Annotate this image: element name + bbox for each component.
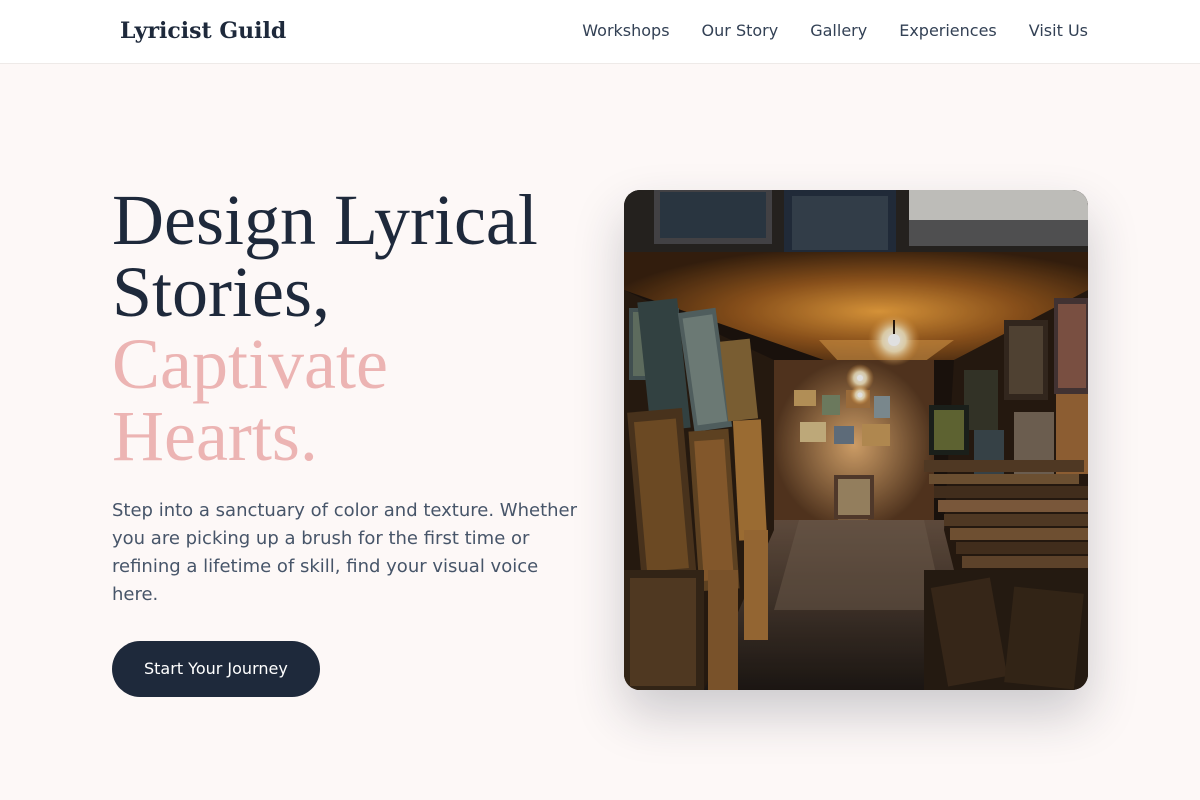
- hero-headline: Design Lyrical Stories, Captivate Hearts…: [112, 184, 582, 472]
- gallery-illustration: [624, 190, 1088, 690]
- top-navbar: Lyricist Guild Workshops Our Story Galle…: [0, 0, 1200, 64]
- headline-accent-line-2: Hearts.: [112, 396, 318, 476]
- main-nav: Workshops Our Story Gallery Experiences …: [582, 21, 1088, 40]
- start-journey-button[interactable]: Start Your Journey: [112, 641, 320, 697]
- hero-section: Design Lyrical Stories, Captivate Hearts…: [112, 184, 582, 697]
- nav-link-experiences[interactable]: Experiences: [899, 21, 997, 40]
- nav-link-gallery[interactable]: Gallery: [810, 21, 867, 40]
- hero-description: Step into a sanctuary of color and textu…: [112, 500, 578, 605]
- headline-line-2: Stories,: [112, 252, 331, 332]
- brand-logo[interactable]: Lyricist Guild: [120, 18, 286, 44]
- headline-accent-line-1: Captivate: [112, 324, 388, 404]
- headline-line-1: Design Lyrical: [112, 180, 538, 260]
- nav-link-our-story[interactable]: Our Story: [702, 21, 779, 40]
- hero-image-art-gallery: [624, 190, 1088, 690]
- nav-link-workshops[interactable]: Workshops: [582, 21, 669, 40]
- nav-link-visit-us[interactable]: Visit Us: [1029, 21, 1088, 40]
